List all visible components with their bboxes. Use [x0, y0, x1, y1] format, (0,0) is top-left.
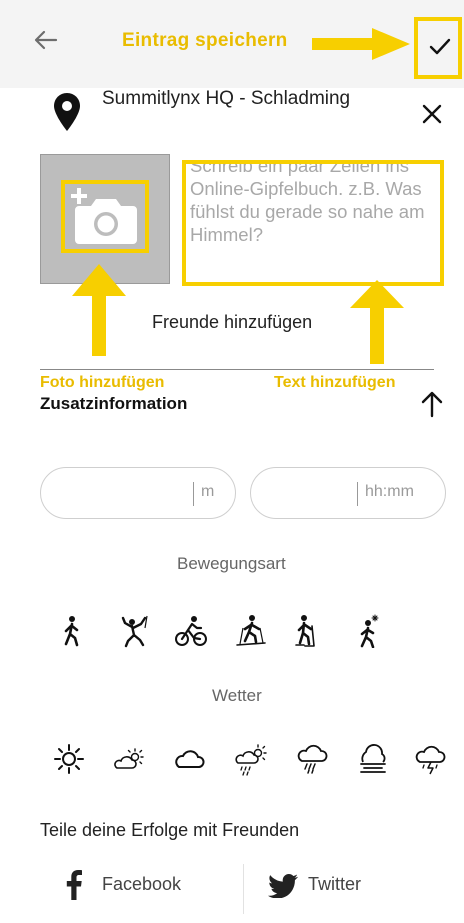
- facebook-share-button[interactable]: Facebook: [60, 862, 240, 910]
- photo-annotation-frame: [61, 180, 149, 253]
- movement-type-row: [0, 614, 464, 654]
- duration-input[interactable]: hh:mm: [250, 467, 446, 519]
- back-button[interactable]: [28, 22, 64, 58]
- twitter-label: Twitter: [308, 874, 362, 894]
- twitter-share-button[interactable]: Twitter: [262, 862, 442, 910]
- drizzle-sun-icon[interactable]: [234, 742, 268, 776]
- annotation-arrow-up-icon: [72, 264, 126, 356]
- extra-info-title: Zusatzinformation: [40, 394, 188, 413]
- hiking-icon[interactable]: [56, 614, 90, 648]
- photo-annotation-label: Foto hinzufügen: [40, 374, 165, 391]
- facebook-icon: [66, 870, 82, 900]
- save-button[interactable]: [414, 17, 462, 79]
- close-button[interactable]: [420, 102, 444, 126]
- ski-touring-icon[interactable]: [234, 614, 268, 648]
- location-name: Summitlynx HQ - Schladming: [102, 88, 351, 109]
- divider: [40, 369, 434, 370]
- winter-hiking-icon[interactable]: [352, 614, 386, 648]
- entry-text-input[interactable]: Schreib ein paar Zeilen ins Online-Gipfe…: [182, 160, 444, 286]
- partly-cloudy-icon[interactable]: [112, 742, 146, 776]
- input-cursor: [357, 482, 358, 506]
- facebook-label: Facebook: [102, 874, 182, 894]
- altitude-input[interactable]: m: [40, 467, 236, 519]
- collapse-extra-info-button[interactable]: [420, 390, 444, 418]
- cycling-icon[interactable]: [174, 614, 208, 648]
- snowshoe-icon[interactable]: [290, 614, 324, 648]
- entry-text-placeholder: Schreib ein paar Zeilen ins Online-Gipfe…: [190, 160, 425, 245]
- weather-row: [0, 742, 464, 782]
- top-app-bar: Eintrag speichern: [0, 0, 464, 88]
- movement-type-label: Bewegungsart: [177, 554, 286, 573]
- save-entry-annotation: Eintrag speichern: [122, 30, 288, 51]
- checkmark-icon: [429, 38, 451, 55]
- map-pin-icon: [54, 93, 80, 131]
- close-icon: [422, 104, 442, 124]
- fog-icon[interactable]: [356, 742, 390, 776]
- arrow-left-icon: [34, 30, 58, 50]
- annotation-arrow-right-icon: [312, 28, 410, 60]
- weather-label: Wetter: [212, 686, 262, 705]
- climbing-icon[interactable]: [118, 614, 152, 648]
- sunny-icon[interactable]: [52, 742, 86, 776]
- arrow-up-icon: [421, 391, 443, 418]
- input-cursor: [193, 482, 194, 506]
- text-annotation-label: Text hinzufügen: [274, 374, 396, 391]
- thunderstorm-icon[interactable]: [414, 742, 448, 776]
- rain-icon[interactable]: [296, 742, 330, 776]
- cloudy-icon[interactable]: [172, 742, 206, 776]
- annotation-arrow-up-icon: [350, 280, 404, 364]
- add-friends-button[interactable]: Freunde hinzufügen: [152, 312, 312, 333]
- twitter-icon: [268, 874, 298, 898]
- divider: [243, 864, 244, 914]
- duration-unit: hh:mm: [365, 483, 414, 500]
- altitude-unit: m: [201, 483, 215, 500]
- share-title: Teile deine Erfolge mit Freunden: [40, 820, 300, 840]
- add-photo-icon: [71, 188, 137, 244]
